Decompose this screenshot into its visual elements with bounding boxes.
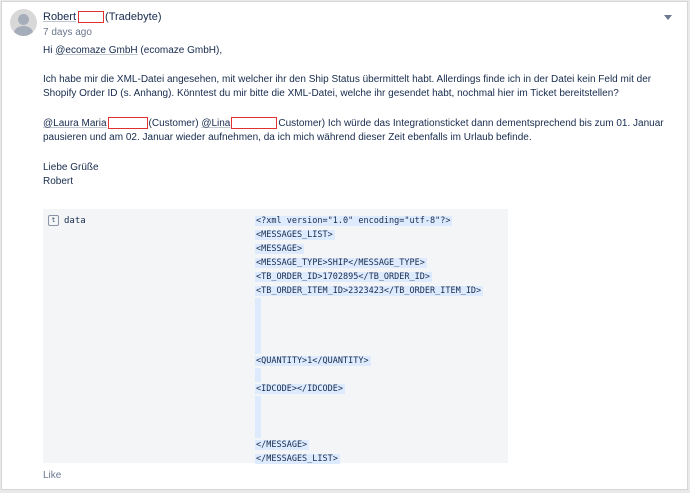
xml-blank-line <box>255 368 261 382</box>
like-button[interactable]: Like <box>43 470 61 481</box>
text-type-icon: t <box>48 215 59 226</box>
greeting: Hi @ecomaze GmbH (ecomaze GmbH), <box>43 44 222 58</box>
mention-2-role: Customer) <box>278 118 326 129</box>
greeting-prefix: Hi <box>43 45 53 56</box>
paragraph-1: Ich habe mir die XML-Datei angesehen, mi… <box>43 74 652 99</box>
xml-line-text: <MESSAGE_TYPE>SHIP</MESSAGE_TYPE> <box>255 258 427 268</box>
xml-line <box>255 424 503 438</box>
author-line: Robert (Tradebyte) <box>43 11 162 24</box>
closing-block: Liebe Grüße Robert <box>43 161 99 189</box>
xml-line: <MESSAGES_LIST> <box>255 228 503 242</box>
signature: Robert <box>43 176 74 187</box>
redacted-box <box>231 117 278 130</box>
greeting-suffix: (ecomaze GmbH), <box>140 45 223 56</box>
mention-ecomaze[interactable]: @ecomaze GmbH <box>55 45 137 56</box>
xml-line: <TB_ORDER_ITEM_ID>2323423</TB_ORDER_ITEM… <box>255 284 503 298</box>
xml-blank-line <box>255 410 261 424</box>
avatar-body <box>14 26 33 36</box>
xml-line-text: </MESSAGES_LIST> <box>255 454 340 464</box>
avatar-head <box>18 14 29 25</box>
xml-line-text: <?xml version="1.0" encoding="utf-8"?> <box>255 216 453 226</box>
avatar[interactable] <box>10 9 37 36</box>
xml-line-text: </MESSAGE> <box>255 440 310 450</box>
xml-line: <TB_ORDER_ID>1702895</TB_ORDER_ID> <box>255 270 503 284</box>
author-name[interactable]: Robert <box>43 11 76 23</box>
xml-blank-line <box>255 298 261 312</box>
xml-line <box>255 410 503 424</box>
xml-blank-line <box>255 340 261 354</box>
xml-line: </MESSAGE> <box>255 438 503 452</box>
xml-blank-line <box>255 424 261 438</box>
redacted-box <box>107 117 148 130</box>
xml-line: <?xml version="1.0" encoding="utf-8"?> <box>255 214 503 228</box>
xml-line-text: <IDCODE></IDCODE> <box>255 384 345 394</box>
xml-line: </MESSAGES_LIST> <box>255 452 503 466</box>
xml-blank-line <box>255 396 261 410</box>
xml-line: <IDCODE></IDCODE> <box>255 382 503 396</box>
xml-blank-line <box>255 326 261 340</box>
xml-line <box>255 368 503 382</box>
xml-blank-line <box>255 312 261 326</box>
closing: Liebe Grüße <box>43 162 99 173</box>
timestamp: 7 days ago <box>43 27 92 38</box>
field-name: data <box>64 215 86 226</box>
xml-line-text: <MESSAGES_LIST> <box>255 230 335 240</box>
xml-line-text: <TB_ORDER_ITEM_ID>2323423</TB_ORDER_ITEM… <box>255 286 484 296</box>
xml-content[interactable]: <?xml version="1.0" encoding="utf-8"?> <M… <box>255 214 503 466</box>
chevron-down-icon[interactable] <box>664 15 672 20</box>
xml-line-text: <MESSAGE> <box>255 244 305 254</box>
xml-line: <QUANTITY>1</QUANTITY> <box>255 354 503 368</box>
attachment-field: t data <?xml version="1.0" encoding="utf… <box>43 209 508 466</box>
mention-lina[interactable]: @Lina <box>201 118 230 129</box>
author-org: (Tradebyte) <box>105 11 162 23</box>
xml-line: <MESSAGE> <box>255 242 503 256</box>
paragraph-2: @Laura Maria (Customer) @Lina Customer) Ic… <box>43 117 673 145</box>
xml-line <box>255 298 503 312</box>
redacted-box <box>78 11 105 24</box>
xml-line: <MESSAGE_TYPE>SHIP</MESSAGE_TYPE> <box>255 256 503 270</box>
xml-line <box>255 340 503 354</box>
field-label: t data <box>48 215 86 226</box>
comment-card: Robert (Tradebyte) 7 days ago Hi @ecomaze… <box>1 1 688 490</box>
xml-line <box>255 312 503 326</box>
xml-line <box>255 396 503 410</box>
xml-line-text: <QUANTITY>1</QUANTITY> <box>255 356 371 366</box>
xml-line <box>255 326 503 340</box>
mention-1-role: (Customer) <box>148 118 199 129</box>
mention-laura-maria[interactable]: @Laura Maria <box>43 118 107 129</box>
xml-line-text: <TB_ORDER_ID>1702895</TB_ORDER_ID> <box>255 272 432 282</box>
